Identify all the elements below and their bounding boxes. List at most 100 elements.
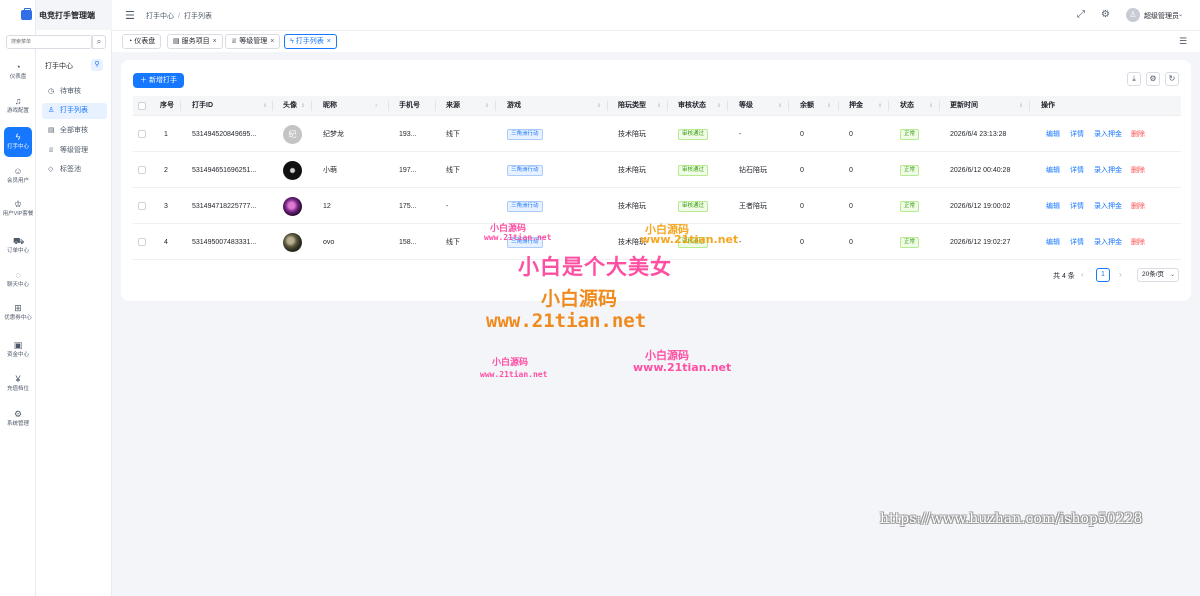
- col-nickname[interactable]: 昵称: [323, 96, 337, 116]
- row-checkbox[interactable]: [138, 238, 146, 246]
- refresh-icon[interactable]: ↻: [1165, 72, 1179, 86]
- chevron-left-icon[interactable]: ‹: [1081, 270, 1084, 279]
- row-nickname: ovo: [323, 239, 335, 246]
- row-checkbox[interactable]: [138, 202, 146, 210]
- breadcrumb-item[interactable]: 打手中心: [146, 13, 174, 20]
- submenu-item-all-audits[interactable]: ▤ 全部审核: [42, 123, 107, 139]
- submenu-item-player-list[interactable]: ♙ 打手列表: [42, 103, 107, 119]
- deposit-entry-link[interactable]: 录入押金: [1094, 225, 1122, 260]
- row-balance: 0: [800, 203, 804, 210]
- menu-search-input[interactable]: [6, 35, 92, 49]
- delete-link[interactable]: 删除: [1131, 117, 1145, 152]
- col-player-id[interactable]: 打手ID: [192, 96, 213, 116]
- delete-link[interactable]: 删除: [1131, 225, 1145, 260]
- pagination-page-current[interactable]: 1: [1096, 268, 1110, 282]
- row-checkbox[interactable]: [138, 130, 146, 138]
- rail-item-orders[interactable]: ⛟ 订单中心: [0, 236, 36, 255]
- sort-icon[interactable]: ⇕: [301, 96, 305, 116]
- rail-item-game-config[interactable]: ♫ 游戏配置: [0, 96, 36, 115]
- status-badge: 正常: [900, 165, 920, 176]
- col-play-type[interactable]: 陪玩类型: [618, 96, 646, 116]
- close-icon[interactable]: ×: [270, 38, 274, 45]
- submenu-item-pending[interactable]: ◷ 待审核: [42, 84, 107, 100]
- rail-item-dashboard[interactable]: ◔ 仪表盘: [0, 62, 36, 81]
- avatar[interactable]: [283, 161, 302, 180]
- avatar[interactable]: [283, 197, 302, 216]
- rail-item-chat[interactable]: ◌ 聊天中心: [0, 270, 36, 289]
- row-checkbox[interactable]: [138, 166, 146, 174]
- edit-link[interactable]: 编辑: [1046, 117, 1060, 152]
- col-deposit[interactable]: 押金: [849, 96, 863, 116]
- rail-item-label: 充值档位: [6, 386, 29, 392]
- rail-item-members[interactable]: ☺ 会员用户: [0, 166, 36, 185]
- column-settings-icon[interactable]: ⚙: [1146, 72, 1160, 86]
- user-avatar[interactable]: ♙: [1126, 8, 1140, 22]
- add-player-button[interactable]: ＋ 新增打手: [133, 73, 184, 88]
- sort-icon[interactable]: ⇕: [717, 96, 721, 116]
- edit-link[interactable]: 编辑: [1046, 153, 1060, 188]
- tabs-bar: ◔ 仪表盘 ▤ 服务项目 × ♕ 等级管理 × ϟ 打手列表 × ☰: [112, 30, 1200, 52]
- sort-icon[interactable]: ⇕: [778, 96, 782, 116]
- rail-item-vip[interactable]: ♔ 用户VIP套餐: [0, 199, 36, 218]
- col-game[interactable]: 游戏: [507, 96, 521, 116]
- pin-icon[interactable]: ⚲: [91, 59, 103, 71]
- delete-link[interactable]: 删除: [1131, 153, 1145, 188]
- detail-link[interactable]: 详情: [1070, 117, 1084, 152]
- edit-link[interactable]: 编辑: [1046, 225, 1060, 260]
- submenu-item-levels[interactable]: ♕ 等级管理: [42, 143, 107, 159]
- select-all-checkbox[interactable]: [138, 102, 146, 110]
- detail-link[interactable]: 详情: [1070, 225, 1084, 260]
- col-level[interactable]: 等级: [739, 96, 753, 116]
- col-audit-status[interactable]: 审核状态: [678, 96, 706, 116]
- search-icon[interactable]: ⌕: [92, 35, 106, 49]
- sort-icon[interactable]: ⇕: [929, 96, 933, 116]
- rail-item-recharge[interactable]: ¥ 充值档位: [0, 374, 36, 393]
- tab-service-items[interactable]: ▤ 服务项目 ×: [167, 34, 223, 49]
- tab-dashboard[interactable]: ◔ 仪表盘: [122, 34, 162, 49]
- row-updated-at: 2026/6/12 19:00:02: [950, 203, 1011, 210]
- tab-player-list[interactable]: ϟ 打手列表 ×: [284, 34, 337, 49]
- page-size-select[interactable]: 20条/页 ⌄: [1137, 268, 1179, 282]
- sort-icon[interactable]: ⇕: [485, 96, 489, 116]
- detail-link[interactable]: 详情: [1070, 153, 1084, 188]
- col-status[interactable]: 状态: [900, 96, 914, 116]
- chevron-down-icon[interactable]: ⌄: [1178, 11, 1183, 18]
- rail-item-funds[interactable]: ▣ 资金中心: [0, 340, 36, 359]
- avatar[interactable]: [283, 233, 302, 252]
- tab-level-management[interactable]: ♕ 等级管理 ×: [225, 34, 281, 49]
- delete-link[interactable]: 删除: [1131, 189, 1145, 224]
- rail-item-system[interactable]: ⚙ 系统管理: [0, 409, 36, 428]
- filter-search-icon[interactable]: ⌕: [375, 96, 378, 116]
- settings-gear-icon[interactable]: ⚙: [1101, 9, 1110, 20]
- menu-fold-icon[interactable]: ☰: [125, 9, 135, 22]
- tabs-menu-icon[interactable]: ☰: [1179, 36, 1187, 47]
- sort-icon[interactable]: ⇕: [597, 96, 601, 116]
- col-source[interactable]: 来源: [446, 96, 460, 116]
- close-icon[interactable]: ×: [213, 38, 217, 45]
- deposit-entry-link[interactable]: 录入押金: [1094, 117, 1122, 152]
- sort-icon[interactable]: ⇕: [878, 96, 882, 116]
- download-icon[interactable]: ⤓: [1127, 72, 1141, 86]
- fullscreen-icon[interactable]: ⤢: [1077, 9, 1085, 20]
- rail-item-player-center[interactable]: ϟ 打手中心: [4, 127, 32, 157]
- sort-icon[interactable]: ⇕: [263, 96, 267, 116]
- submenu-item-tag-pool[interactable]: ◇ 标签池: [42, 162, 107, 178]
- row-play-type: 技术陪玩: [618, 203, 646, 210]
- sort-icon[interactable]: ⇕: [657, 96, 661, 116]
- edit-link[interactable]: 编辑: [1046, 189, 1060, 224]
- wallet-icon: ▣: [13, 340, 23, 350]
- sort-icon[interactable]: ⇕: [827, 96, 831, 116]
- user-name[interactable]: 超级管理员: [1144, 11, 1179, 21]
- chevron-right-icon[interactable]: ›: [1119, 270, 1122, 279]
- col-balance[interactable]: 余额: [800, 96, 814, 116]
- detail-link[interactable]: 详情: [1070, 189, 1084, 224]
- rail-item-coupons[interactable]: ⊞ 优惠券中心: [0, 303, 36, 322]
- deposit-entry-link[interactable]: 录入押金: [1094, 153, 1122, 188]
- sort-icon[interactable]: ⇕: [1019, 96, 1023, 116]
- deposit-entry-link[interactable]: 录入押金: [1094, 189, 1122, 224]
- avatar[interactable]: 纪: [283, 125, 302, 144]
- audit-status-badge: 审核通过: [678, 129, 709, 140]
- watermark-text: https://www.huzhan.com/ishop50228: [880, 511, 1143, 527]
- col-updated-at[interactable]: 更新时间: [950, 96, 978, 116]
- close-icon[interactable]: ×: [327, 38, 331, 45]
